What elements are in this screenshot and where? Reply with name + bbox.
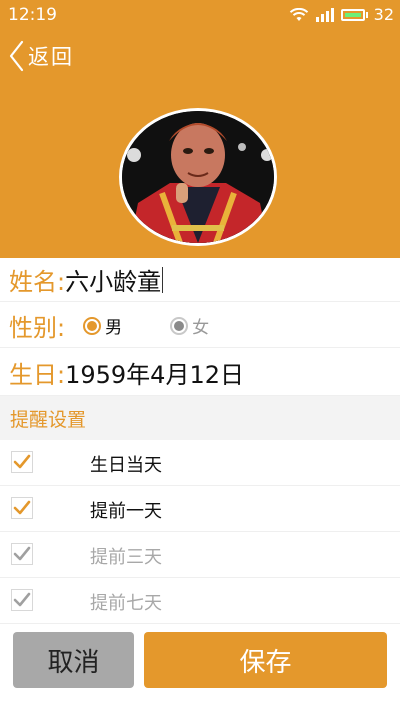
check-icon [13, 454, 31, 469]
status-bar: 12:19 32 [0, 0, 400, 30]
wifi-icon [289, 7, 308, 21]
birthday-label: 生日: [9, 361, 66, 389]
gender-row: 性别: 男 女 [0, 304, 400, 348]
battery-icon [340, 8, 365, 21]
gender-option-label: 女 [192, 318, 210, 338]
reminder-section-title: 提醒设置 [0, 396, 400, 440]
birthday-row[interactable]: 生日: 1959年4月12日 [0, 350, 400, 396]
status-icons: 32 [289, 5, 394, 24]
name-row[interactable]: 姓名: 六小龄童 [0, 258, 400, 302]
checkbox-disabled [11, 543, 33, 565]
birthday-value[interactable]: 1959年4月12日 [65, 355, 244, 390]
radio-unselected-icon [170, 316, 189, 335]
avatar[interactable] [119, 108, 277, 246]
reminder-option-label: 生日当天 [90, 455, 162, 476]
gender-radio-female[interactable]: 女 [170, 313, 209, 338]
battery-level: 32 [373, 5, 394, 24]
check-icon [13, 546, 31, 561]
reminder-option-one-day[interactable]: 提前一天 [0, 486, 400, 532]
reminder-option-three-days: 提前三天 [0, 532, 400, 578]
reminder-option-label: 提前七天 [90, 593, 162, 614]
check-icon [13, 500, 31, 515]
avatar-photo [122, 111, 274, 243]
check-icon [13, 592, 31, 607]
cancel-button[interactable]: 取消 [13, 632, 134, 688]
reminder-option-label: 提前三天 [90, 547, 162, 568]
gender-radio-male[interactable]: 男 [83, 313, 122, 338]
radio-selected-icon [83, 316, 102, 335]
checkbox[interactable] [11, 497, 33, 519]
back-chevron-icon [9, 40, 24, 72]
name-label: 姓名: [9, 268, 66, 296]
profile-header: 12:19 32 返回 [0, 0, 400, 258]
back-button[interactable]: 返回 [8, 38, 74, 74]
reminder-option-seven-days: 提前七天 [0, 578, 400, 624]
checkbox[interactable] [11, 451, 33, 473]
back-label: 返回 [28, 45, 74, 69]
checkbox-disabled [11, 589, 33, 611]
gender-label: 性别: [9, 314, 66, 342]
battery-tip [365, 11, 368, 18]
reminder-option-day-of[interactable]: 生日当天 [0, 440, 400, 486]
reminder-option-label: 提前一天 [90, 501, 162, 522]
signal-icon [315, 7, 334, 22]
status-time: 12:19 [8, 5, 57, 25]
name-field[interactable]: 六小龄童 [65, 262, 161, 297]
text-cursor [162, 266, 164, 293]
gender-option-label: 男 [105, 318, 123, 338]
save-button[interactable]: 保存 [144, 632, 387, 688]
